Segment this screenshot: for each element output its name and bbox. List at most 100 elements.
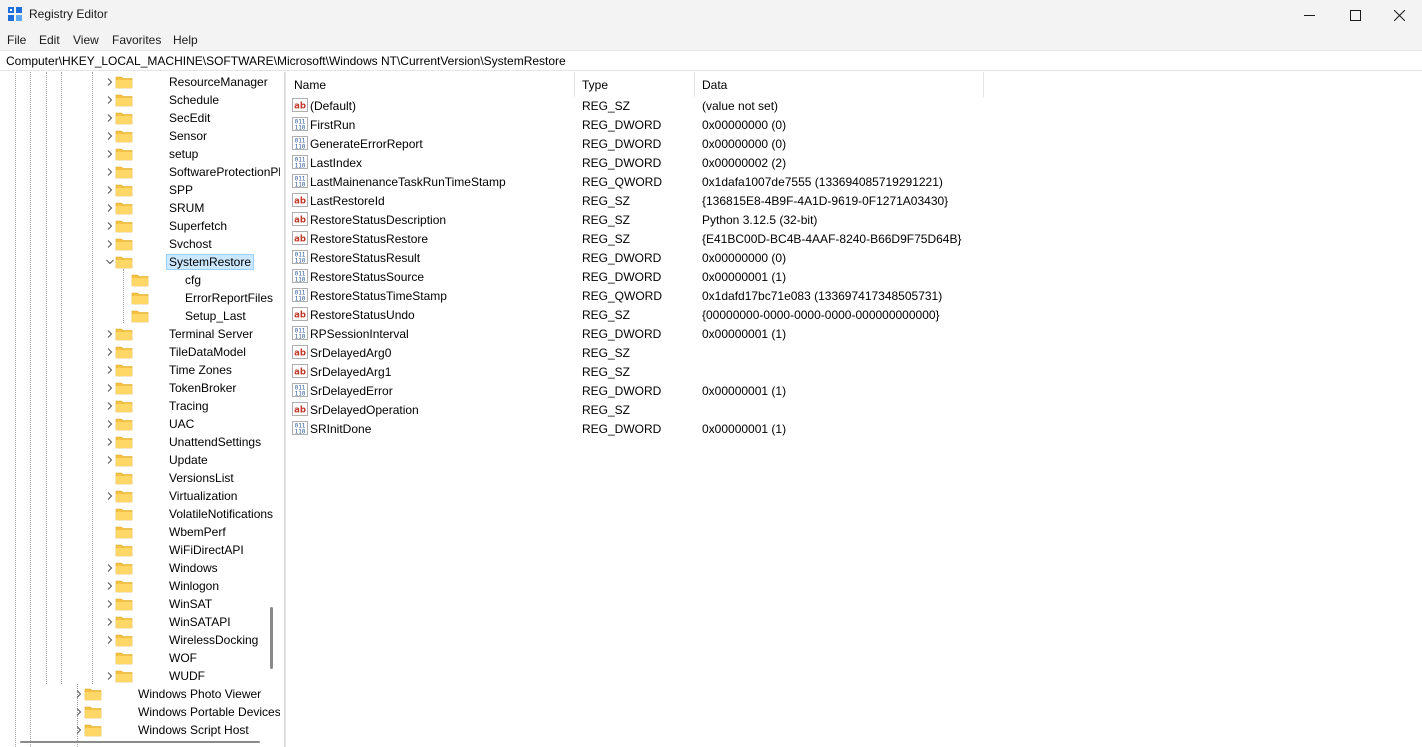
menu-file[interactable]: File <box>6 33 27 47</box>
chevron-right-icon[interactable] <box>105 635 115 645</box>
tree-item-label[interactable]: TileDataModel <box>166 344 249 360</box>
menu-edit[interactable]: Edit <box>38 33 61 47</box>
tree-item[interactable]: WUDF <box>0 667 270 685</box>
chevron-right-icon[interactable] <box>74 707 84 717</box>
tree-item[interactable]: Windows Script Host <box>0 721 270 739</box>
tree-item-label[interactable]: ResourceManager <box>166 74 271 90</box>
value-row[interactable]: ab SrDelayedArg0 REG_SZ <box>286 343 1422 362</box>
tree-item[interactable]: SPP <box>0 181 270 199</box>
chevron-right-icon[interactable] <box>74 725 84 735</box>
tree-item[interactable]: TileDataModel <box>0 343 270 361</box>
tree-item-label[interactable]: WirelessDocking <box>166 632 261 648</box>
chevron-right-icon[interactable] <box>105 437 115 447</box>
tree-item-label[interactable]: Windows Portable Devices <box>135 704 280 720</box>
chevron-right-icon[interactable] <box>105 383 115 393</box>
tree-item[interactable]: ResourceManager <box>0 73 270 91</box>
column-header-name[interactable]: Name <box>294 78 326 92</box>
tree-item[interactable]: setup <box>0 145 270 163</box>
value-row[interactable]: 011 110 RestoreStatusResult REG_DWORD 0x0000… <box>286 248 1422 267</box>
tree-item-label[interactable]: setup <box>166 146 201 162</box>
tree-item-label-selected[interactable]: SystemRestore <box>166 254 255 270</box>
tree-item-label[interactable]: Svchost <box>166 236 215 252</box>
tree-item-label[interactable]: Time Zones <box>166 362 235 378</box>
value-row[interactable]: 011 110 FirstRun REG_DWORD 0x00000000 (0) <box>286 115 1422 134</box>
chevron-down-icon[interactable] <box>105 257 115 267</box>
tree-item-label[interactable]: WbemPerf <box>166 524 229 540</box>
menu-help[interactable]: Help <box>172 33 199 47</box>
chevron-right-icon[interactable] <box>105 671 115 681</box>
values-list[interactable]: Name Type Data ab (Default) REG_SZ (value n… <box>286 72 1422 747</box>
tree-item-label[interactable]: ErrorReportFiles <box>182 290 276 306</box>
maximize-button[interactable] <box>1332 0 1378 30</box>
tree-item-label[interactable]: WUDF <box>166 668 208 684</box>
tree-item[interactable]: Terminal Server <box>0 325 270 343</box>
address-path[interactable]: Computer\HKEY_LOCAL_MACHINE\SOFTWARE\Mic… <box>6 54 566 68</box>
tree-item-label[interactable]: Terminal Server <box>166 326 256 342</box>
chevron-right-icon[interactable] <box>105 167 115 177</box>
tree-item-label[interactable]: Schedule <box>166 92 222 108</box>
tree-item[interactable]: Time Zones <box>0 361 270 379</box>
chevron-right-icon[interactable] <box>105 185 115 195</box>
tree-item[interactable]: UnattendSettings <box>0 433 270 451</box>
tree-item-label[interactable]: WinSAT <box>166 596 215 612</box>
chevron-right-icon[interactable] <box>74 689 84 699</box>
tree-item[interactable]: WiFiDirectAPI <box>0 541 270 559</box>
menu-favorites[interactable]: Favorites <box>111 33 162 47</box>
chevron-right-icon[interactable] <box>105 149 115 159</box>
tree-item-label[interactable]: Windows Script Host <box>135 722 252 738</box>
tree-horizontal-scrollbar[interactable] <box>20 741 260 743</box>
value-row[interactable]: 011 110 SrDelayedError REG_DWORD 0x00000001 … <box>286 381 1422 400</box>
value-row[interactable]: ab RestoreStatusRestore REG_SZ {E41BC00D-BC… <box>286 229 1422 248</box>
tree-item-label[interactable]: TokenBroker <box>166 380 239 396</box>
tree-item[interactable]: TokenBroker <box>0 379 270 397</box>
chevron-right-icon[interactable] <box>105 113 115 123</box>
tree-item-label[interactable]: Tracing <box>166 398 212 414</box>
close-button[interactable] <box>1376 0 1422 30</box>
tree-vertical-scrollbar[interactable] <box>270 607 273 669</box>
tree-item[interactable]: Update <box>0 451 270 469</box>
chevron-right-icon[interactable] <box>105 77 115 87</box>
tree-item[interactable]: VolatileNotifications <box>0 505 273 523</box>
value-row[interactable]: 011 110 RPSessionInterval REG_DWORD 0x000000… <box>286 324 1422 343</box>
chevron-right-icon[interactable] <box>105 239 115 249</box>
tree-item-label[interactable]: VersionsList <box>166 470 237 486</box>
chevron-right-icon[interactable] <box>105 563 115 573</box>
tree-item[interactable]: SystemRestore <box>0 253 270 271</box>
minimize-button[interactable] <box>1286 0 1332 30</box>
chevron-right-icon[interactable] <box>105 401 115 411</box>
chevron-right-icon[interactable] <box>105 455 115 465</box>
tree-item-label[interactable]: Windows <box>166 560 221 576</box>
tree-item-label[interactable]: SecEdit <box>166 110 213 126</box>
tree-item[interactable]: WirelessDocking <box>0 631 270 649</box>
tree-item[interactable]: Sensor <box>0 127 270 145</box>
chevron-right-icon[interactable] <box>105 419 115 429</box>
tree-item-label[interactable]: WinSATAPI <box>166 614 234 630</box>
tree-item[interactable]: WOF <box>0 649 270 667</box>
tree-item-label[interactable]: cfg <box>182 272 204 288</box>
tree-item-label[interactable]: Sensor <box>166 128 210 144</box>
tree-item[interactable]: WbemPerf <box>0 523 270 541</box>
chevron-right-icon[interactable] <box>105 131 115 141</box>
tree-item-label[interactable]: Windows Photo Viewer <box>135 686 264 702</box>
tree-item[interactable]: WinSATAPI <box>0 613 270 631</box>
value-row[interactable]: ab (Default) REG_SZ (value not set) <box>286 96 1422 115</box>
tree-pane[interactable]: ResourceManager Schedule SecEdit Sensor setu… <box>0 72 280 747</box>
tree-item[interactable]: ErrorReportFiles <box>0 289 273 307</box>
tree-item[interactable]: Superfetch <box>0 217 270 235</box>
chevron-right-icon[interactable] <box>105 203 115 213</box>
tree-item-label[interactable]: Update <box>166 452 211 468</box>
tree-item-label[interactable]: WiFiDirectAPI <box>166 542 247 558</box>
address-bar[interactable]: Computer\HKEY_LOCAL_MACHINE\SOFTWARE\Mic… <box>0 50 1422 71</box>
value-row[interactable]: 011 110 GenerateErrorReport REG_DWORD 0x0000… <box>286 134 1422 153</box>
column-divider[interactable] <box>694 72 695 97</box>
value-row[interactable]: ab LastRestoreId REG_SZ {136815E8-4B9F-4A1D… <box>286 191 1422 210</box>
value-row[interactable]: ab SrDelayedOperation REG_SZ <box>286 400 1422 419</box>
value-row[interactable]: 011 110 LastIndex REG_DWORD 0x00000002 (2) <box>286 153 1422 172</box>
tree-item[interactable]: Setup_Last <box>0 307 270 325</box>
tree-item[interactable]: Tracing <box>0 397 270 415</box>
tree-item[interactable]: Winlogon <box>0 577 270 595</box>
tree-item-label[interactable]: SPP <box>166 182 196 198</box>
tree-item[interactable]: SRUM <box>0 199 270 217</box>
chevron-right-icon[interactable] <box>105 347 115 357</box>
value-row[interactable]: 011 110 RestoreStatusTimeStamp REG_QWORD 0x1… <box>286 286 1422 305</box>
